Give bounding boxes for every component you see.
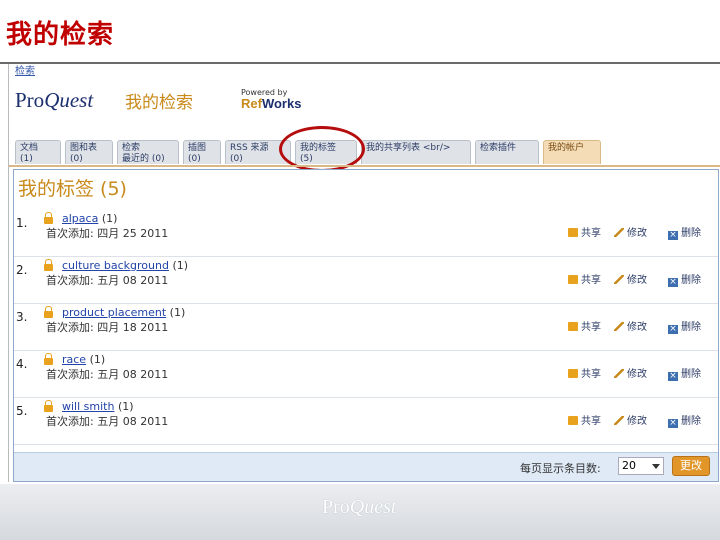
tag-link[interactable]: will smith — [62, 400, 114, 413]
tag-count: (1) — [172, 259, 189, 272]
tab-figures-tables[interactable]: 图和表 (0) — [65, 140, 113, 164]
edit-button[interactable]: 修改 — [614, 318, 647, 333]
edit-button[interactable]: 修改 — [614, 271, 647, 286]
delete-button[interactable]: × 删除 — [668, 224, 701, 240]
close-icon: × — [668, 324, 678, 334]
slide-title: 我的检索 — [6, 20, 115, 50]
table-row: 4. race (1) 首次添加: 五月 08 2011 共享 修改 × 删除 — [14, 351, 718, 398]
added-date: 首次添加: 四月 25 2011 — [46, 227, 169, 240]
row-number: 4. — [16, 357, 28, 371]
lock-icon — [568, 275, 578, 284]
table-row: 5. will smith (1) 首次添加: 五月 08 2011 共享 修改… — [14, 398, 718, 445]
divider — [9, 165, 720, 167]
tag-link[interactable]: race — [62, 353, 86, 366]
delete-button[interactable]: × 删除 — [668, 412, 701, 428]
edit-button[interactable]: 修改 — [614, 224, 647, 239]
pencil-icon — [614, 228, 624, 237]
edit-button[interactable]: 修改 — [614, 412, 647, 427]
tab-shared-lists[interactable]: 我的共享列表 <br/> — [361, 140, 471, 164]
chevron-down-icon — [652, 464, 660, 469]
close-icon: × — [668, 418, 678, 428]
tab-search-widgets[interactable]: 检索插件 — [475, 140, 539, 164]
share-button[interactable]: 共享 — [568, 224, 601, 239]
tag-count: (1) — [89, 353, 106, 366]
proquest-footer-logo: ProQuest — [322, 496, 397, 518]
row-number: 2. — [16, 263, 28, 277]
lock-icon — [568, 228, 578, 237]
per-page-label: 每页显示条目数: — [520, 462, 601, 475]
proquest-screenshot: 检索 ProQuest 我的检索 Powered by RefWorks 文档(… — [8, 64, 720, 482]
pencil-icon — [614, 369, 624, 378]
share-button[interactable]: 共享 — [568, 412, 601, 427]
table-row: 1. alpaca (1) 首次添加: 四月 25 2011 共享 修改 × 删除 — [14, 210, 718, 257]
tab-my-account[interactable]: 我的帐户 — [543, 140, 601, 164]
tag-count: (1) — [101, 212, 118, 225]
pagination-bar: 每页显示条目数: 20 更改 — [14, 452, 718, 481]
lock-icon — [44, 353, 53, 365]
app-title: 我的检索 — [125, 93, 193, 113]
added-date: 首次添加: 五月 08 2011 — [46, 368, 169, 381]
tag-link[interactable]: alpaca — [62, 212, 98, 225]
close-icon: × — [668, 230, 678, 240]
tab-rss[interactable]: RSS 来源 (0) — [225, 140, 291, 164]
delete-button[interactable]: × 删除 — [668, 318, 701, 334]
pencil-icon — [614, 322, 624, 331]
table-row: 2. culture background (1) 首次添加: 五月 08 20… — [14, 257, 718, 304]
tab-illustrations[interactable]: 插图 (0) — [183, 140, 221, 164]
row-number: 5. — [16, 404, 28, 418]
lock-icon — [44, 400, 53, 412]
lock-icon — [568, 322, 578, 331]
edit-button[interactable]: 修改 — [614, 365, 647, 380]
added-date: 首次添加: 四月 18 2011 — [46, 321, 169, 334]
pencil-icon — [614, 275, 624, 284]
close-icon: × — [668, 277, 678, 287]
lock-icon — [568, 369, 578, 378]
row-number: 1. — [16, 216, 28, 230]
breadcrumb[interactable]: 检索 — [15, 62, 35, 77]
lock-icon — [44, 212, 53, 224]
refworks-logo: Powered by RefWorks — [241, 88, 302, 111]
added-date: 首次添加: 五月 08 2011 — [46, 415, 169, 428]
tags-panel: 我的标签 (5) 1. alpaca (1) 首次添加: 四月 25 2011 … — [13, 169, 719, 482]
tab-documents[interactable]: 文档 (1) — [15, 140, 61, 164]
delete-button[interactable]: × 删除 — [668, 271, 701, 287]
lock-icon — [568, 416, 578, 425]
pencil-icon — [614, 416, 624, 425]
lock-icon — [44, 306, 53, 318]
added-date: 首次添加: 五月 08 2011 — [46, 274, 169, 287]
tag-count: (1) — [117, 400, 134, 413]
share-button[interactable]: 共享 — [568, 271, 601, 286]
panel-title: 我的标签 (5) — [18, 178, 127, 200]
tag-link[interactable]: culture background — [62, 259, 169, 272]
tag-link[interactable]: product placement — [62, 306, 166, 319]
change-button[interactable]: 更改 — [672, 456, 710, 476]
tag-count: (1) — [169, 306, 186, 319]
delete-button[interactable]: × 删除 — [668, 365, 701, 381]
tab-recent-searches[interactable]: 检索 最近的 (0) — [117, 140, 179, 164]
share-button[interactable]: 共享 — [568, 365, 601, 380]
row-number: 3. — [16, 310, 28, 324]
close-icon: × — [668, 371, 678, 381]
table-row: 3. product placement (1) 首次添加: 四月 18 201… — [14, 304, 718, 351]
proquest-logo: ProQuest — [15, 88, 94, 112]
share-button[interactable]: 共享 — [568, 318, 601, 333]
tab-my-tags[interactable]: 我的标签 (5) — [295, 140, 357, 164]
per-page-select[interactable]: 20 — [618, 457, 664, 475]
lock-icon — [44, 259, 53, 271]
